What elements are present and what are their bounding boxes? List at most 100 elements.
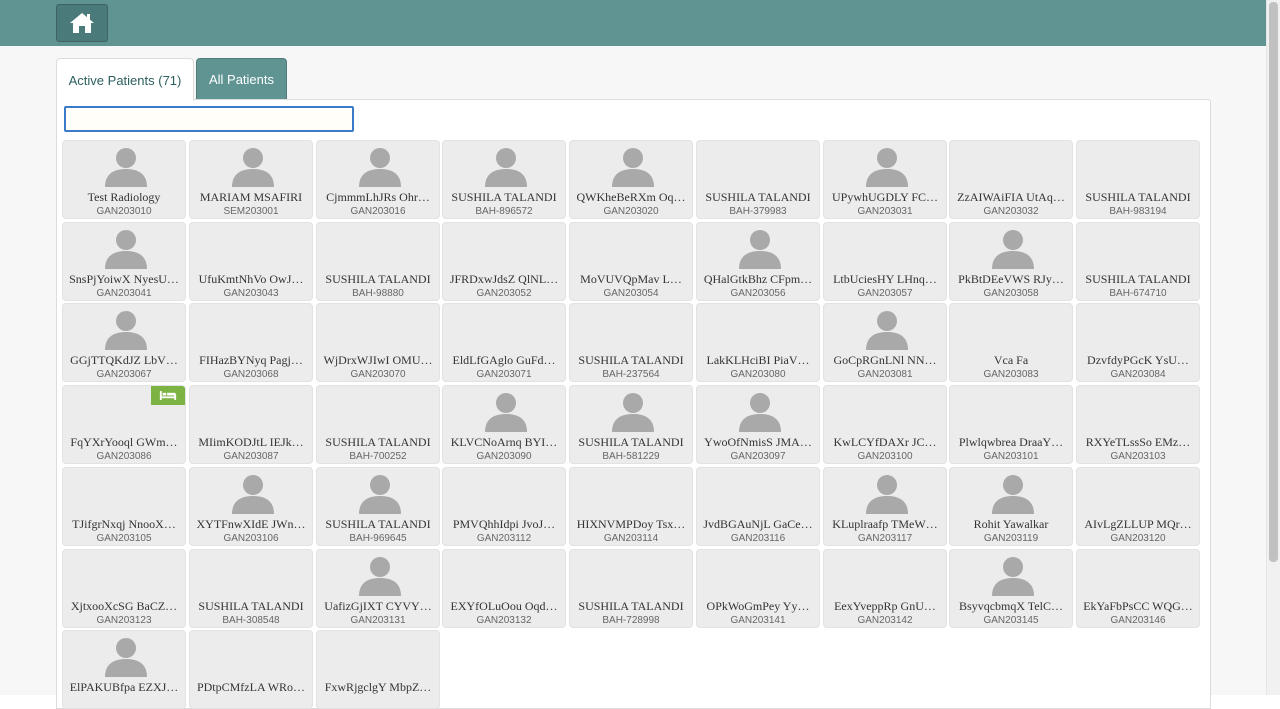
patient-card[interactable]: WjDrxWJIwI OMU… GAN203070 xyxy=(316,303,440,382)
patient-card[interactable]: PDtpCMfzLA WRo… xyxy=(189,630,313,709)
patient-card[interactable]: MIimKODJtL IEJk… GAN203087 xyxy=(189,385,313,464)
patient-name: MARIAM MSAFIRI xyxy=(199,190,303,204)
patient-card[interactable]: PMVQhhIdpi JvoJ… GAN203112 xyxy=(442,467,566,546)
scrollbar-thumb[interactable] xyxy=(1269,2,1278,562)
patient-card[interactable]: SUSHILA TALANDI BAH-581229 xyxy=(569,385,693,464)
patient-card[interactable]: Test Radiology GAN203010 xyxy=(62,140,186,219)
patient-card[interactable]: RXYeTLssSo EMz… GAN203103 xyxy=(1076,385,1200,464)
patient-card[interactable]: KLuplraafp TMeW… GAN203117 xyxy=(823,467,947,546)
patient-card[interactable]: Plwlqwbrea DraaY… GAN203101 xyxy=(949,385,1073,464)
patient-name: XYTFnwXIdE JWn… xyxy=(196,517,306,531)
patient-name: WjDrxWJIwI OMU… xyxy=(323,353,433,367)
patient-name: FxwRjgclgY MbpZ… xyxy=(324,680,432,694)
patient-card[interactable]: UPywhUGDLY FC… GAN203031 xyxy=(823,140,947,219)
patient-card[interactable]: TJifgrNxqj NnooX… GAN203105 xyxy=(62,467,186,546)
patient-card[interactable]: EkYaFbPsCC WQG… GAN203146 xyxy=(1076,549,1200,628)
patient-avatar-icon xyxy=(864,145,910,187)
patient-card[interactable]: ZzAIWAiFIA UtAq… GAN203032 xyxy=(949,140,1073,219)
patient-card[interactable]: LtbUciesHY LHnq… GAN203057 xyxy=(823,222,947,301)
patient-card[interactable]: FxwRjgclgY MbpZ… xyxy=(316,630,440,709)
patient-card[interactable]: SUSHILA TALANDI BAH-237564 xyxy=(569,303,693,382)
patient-card[interactable]: KwLCYfDAXr JC… GAN203100 xyxy=(823,385,947,464)
patient-name: SUSHILA TALANDI xyxy=(325,272,431,286)
patient-card[interactable]: SUSHILA TALANDI BAH-896572 xyxy=(442,140,566,219)
patient-card[interactable]: MARIAM MSAFIRI SEM203001 xyxy=(189,140,313,219)
patient-card[interactable]: JFRDxwJdsZ QlNL… GAN203052 xyxy=(442,222,566,301)
patient-card[interactable]: HIXNVMPDoy Tsx… GAN203114 xyxy=(569,467,693,546)
patient-card[interactable]: UfuKmtNhVo OwJ… GAN203043 xyxy=(189,222,313,301)
patient-card[interactable]: XYTFnwXIdE JWn… GAN203106 xyxy=(189,467,313,546)
patient-id: GAN203041 xyxy=(96,288,152,299)
patient-card[interactable]: SUSHILA TALANDI BAH-674710 xyxy=(1076,222,1200,301)
patient-card[interactable]: FIHazBYNyq Pagj… GAN203068 xyxy=(189,303,313,382)
patient-card[interactable]: DzvfdyPGcK YsU… GAN203084 xyxy=(1076,303,1200,382)
patient-card[interactable]: Rohit Yawalkar GAN203119 xyxy=(949,467,1073,546)
patient-name: Test Radiology xyxy=(87,190,161,204)
patient-card[interactable]: JvdBGAuNjL GaCe… GAN203116 xyxy=(696,467,820,546)
patient-card[interactable]: SUSHILA TALANDI BAH-728998 xyxy=(569,549,693,628)
patient-name: JvdBGAuNjL GaCe… xyxy=(703,517,813,531)
home-button[interactable] xyxy=(56,4,108,42)
patient-card[interactable]: FqYXrYooql GWm… GAN203086 xyxy=(62,385,186,464)
patient-card[interactable]: CjmmmLhJRs Ohr… GAN203016 xyxy=(316,140,440,219)
patient-card[interactable]: SUSHILA TALANDI BAH-700252 xyxy=(316,385,440,464)
patient-card[interactable]: SUSHILA TALANDI BAH-983194 xyxy=(1076,140,1200,219)
patient-card[interactable]: QHalGtkBhz CFpm… GAN203056 xyxy=(696,222,820,301)
patient-card[interactable]: MoVUVQpMav L… GAN203054 xyxy=(569,222,693,301)
patient-card[interactable]: EldLfGAglo GuFd… GAN203071 xyxy=(442,303,566,382)
tab-active-patients[interactable]: Active Patients (71) xyxy=(56,58,194,101)
patient-card[interactable]: LakKLHciBI PiaV… GAN203080 xyxy=(696,303,820,382)
patient-card[interactable]: SUSHILA TALANDI BAH-308548 xyxy=(189,549,313,628)
patient-name: RXYeTLssSo EMz… xyxy=(1085,435,1191,449)
patient-card[interactable]: SnsPjYoiwX NyesU… GAN203041 xyxy=(62,222,186,301)
patient-id: GAN203087 xyxy=(223,451,279,462)
patient-name: QWKheBeRXm Oq… xyxy=(576,190,686,204)
patient-name: ZzAIWAiFIA UtAq… xyxy=(957,190,1065,204)
patient-name: PkBtDEeVWS RJy… xyxy=(958,272,1064,286)
tab-all-patients[interactable]: All Patients xyxy=(196,58,287,100)
patient-name: SUSHILA TALANDI xyxy=(1085,190,1191,204)
patient-name: DzvfdyPGcK YsU… xyxy=(1087,353,1189,367)
search-input[interactable] xyxy=(64,106,354,132)
patient-card[interactable]: SUSHILA TALANDI BAH-379983 xyxy=(696,140,820,219)
patient-id: BAH-237564 xyxy=(602,369,660,380)
patient-card[interactable]: PkBtDEeVWS RJy… GAN203058 xyxy=(949,222,1073,301)
patient-card[interactable]: KLVCNoArnq BYI… GAN203090 xyxy=(442,385,566,464)
patient-id: GAN203070 xyxy=(350,369,406,380)
patient-name: FqYXrYooql GWm… xyxy=(70,435,178,449)
patient-id: GAN203112 xyxy=(476,533,532,544)
scrollbar[interactable] xyxy=(1266,0,1280,695)
patient-name: KLVCNoArnq BYI… xyxy=(450,435,558,449)
patient-id: SEM203001 xyxy=(223,206,279,217)
patient-id: GAN203016 xyxy=(350,206,406,217)
patient-card[interactable]: GGjTTQKdJZ LbV… GAN203067 xyxy=(62,303,186,382)
patient-id: GAN203123 xyxy=(96,615,152,626)
patient-card[interactable]: AIvLgZLLUP MQr… GAN203120 xyxy=(1076,467,1200,546)
patient-card[interactable]: EexYveppRp GnU… GAN203142 xyxy=(823,549,947,628)
patient-id: GAN203068 xyxy=(223,369,279,380)
patient-name: JFRDxwJdsZ QlNL… xyxy=(449,272,559,286)
patient-card[interactable]: YwoOfNmisS JMA… GAN203097 xyxy=(696,385,820,464)
patient-id: GAN203116 xyxy=(730,533,786,544)
patient-card[interactable]: QWKheBeRXm Oq… GAN203020 xyxy=(569,140,693,219)
home-icon xyxy=(70,13,94,33)
patient-card[interactable]: ElPAKUBfpa EZXJ… xyxy=(62,630,186,709)
patient-card[interactable]: SUSHILA TALANDI BAH-969645 xyxy=(316,467,440,546)
patient-card[interactable]: OPkWoGmPey Yy… GAN203141 xyxy=(696,549,820,628)
patient-card[interactable]: GoCpRGnLNl NN… GAN203081 xyxy=(823,303,947,382)
patient-card[interactable]: Vca Fa GAN203083 xyxy=(949,303,1073,382)
patient-id: GAN203101 xyxy=(983,451,1039,462)
patient-id: GAN203043 xyxy=(223,288,279,299)
patient-name: Vca Fa xyxy=(993,353,1029,367)
patient-avatar-icon xyxy=(230,472,276,514)
patient-name: MoVUVQpMav L… xyxy=(580,272,682,286)
patient-card[interactable]: BsyvqcbmqX TelC… GAN203145 xyxy=(949,549,1073,628)
patient-card[interactable]: XjtxooXcSG BaCZ… GAN203123 xyxy=(62,549,186,628)
patient-name: OPkWoGmPey Yy… xyxy=(706,599,810,613)
patient-card[interactable]: EXYfOLuOou Oqd… GAN203132 xyxy=(442,549,566,628)
patient-id: GAN203080 xyxy=(730,369,786,380)
patient-name: EldLfGAglo GuFd… xyxy=(452,353,556,367)
patient-card[interactable]: SUSHILA TALANDI BAH-98880 xyxy=(316,222,440,301)
patient-avatar-icon xyxy=(483,145,529,187)
patient-card[interactable]: UafizGjIXT CYVY… GAN203131 xyxy=(316,549,440,628)
